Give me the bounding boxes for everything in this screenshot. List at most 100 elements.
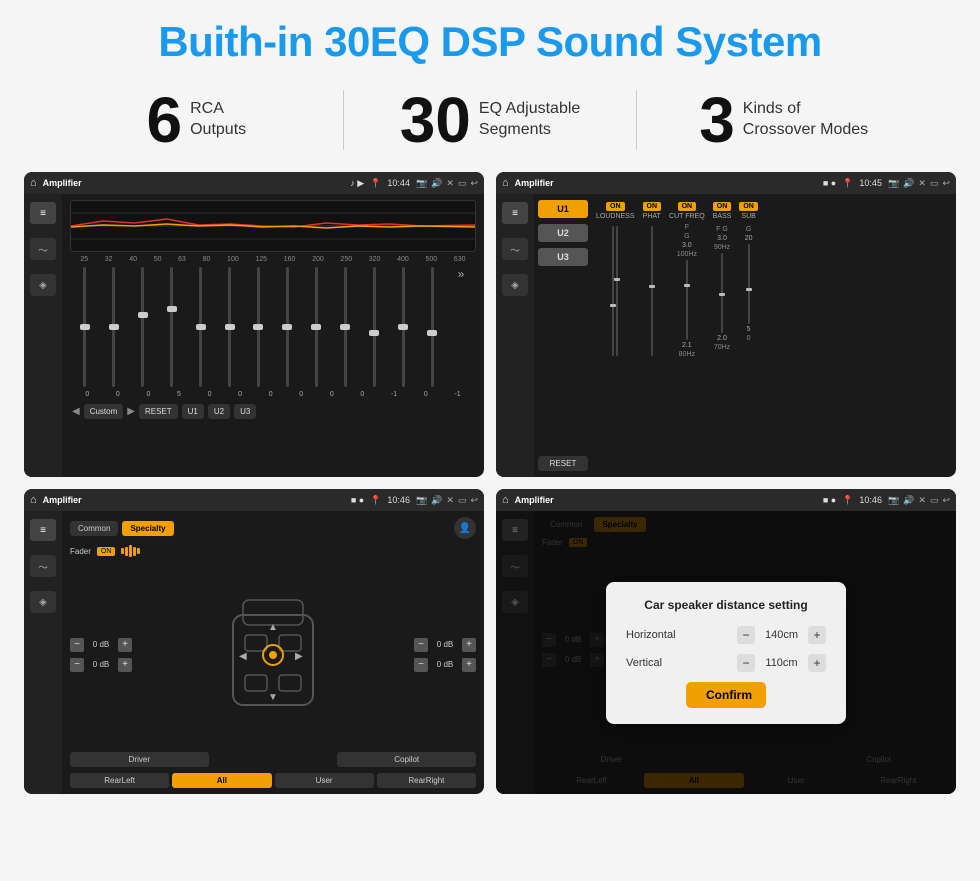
eq-slider-10[interactable] [332, 267, 358, 387]
eq-values: 0 0 0 5 0 0 0 0 0 0 -1 0 -1 [70, 391, 476, 398]
eq-slider-6[interactable] [217, 267, 243, 387]
back-icon-4[interactable]: ↩ [942, 495, 950, 506]
vertical-minus[interactable]: − [737, 654, 755, 672]
eq-icon-2[interactable]: ≡ [502, 202, 528, 224]
u2-btn[interactable]: U2 [208, 404, 230, 419]
location-icon-3: 📍 [370, 495, 381, 506]
camera-icon-4: 📷 [888, 495, 899, 506]
fader-on-badge[interactable]: ON [97, 547, 116, 556]
rr-plus[interactable]: + [462, 658, 476, 672]
wave-icon[interactable]: 〜 [30, 238, 56, 260]
horizontal-plus[interactable]: + [808, 626, 826, 644]
u1-btn[interactable]: U1 [182, 404, 204, 419]
speaker-icon[interactable]: ◈ [30, 274, 56, 296]
bass-on[interactable]: ON [713, 202, 732, 211]
eq-slider-13[interactable] [419, 267, 445, 387]
amp-controls: ON LOUDNESS [596, 198, 952, 473]
rr-db: 0 dB [431, 660, 459, 669]
horizontal-control: − 140cm + [737, 626, 826, 644]
eq-slider-3[interactable] [130, 267, 156, 387]
home-icon[interactable]: ⌂ [30, 177, 37, 189]
screen4-time: 10:46 [859, 495, 882, 505]
cutfreq-on[interactable]: ON [678, 202, 697, 211]
screen-amp: ⌂ Amplifier ■ ● 📍 10:45 📷 🔊 ✕ ▭ ↩ ≡ 〜 ◈ [496, 172, 956, 477]
fr-plus[interactable]: + [462, 638, 476, 652]
prev-arrow[interactable]: ◀ [72, 406, 80, 417]
u2-preset[interactable]: U2 [538, 224, 588, 242]
stat-crossover-text: Kinds ofCrossover Modes [743, 99, 868, 141]
screen2-time: 10:45 [859, 178, 882, 188]
record-icon: ■ ● [823, 178, 836, 188]
vertical-plus[interactable]: + [808, 654, 826, 672]
fl-plus[interactable]: + [118, 638, 132, 652]
rl-minus[interactable]: − [70, 658, 84, 672]
back-icon-3[interactable]: ↩ [470, 495, 478, 506]
vertical-label: Vertical [626, 657, 696, 669]
rl-plus[interactable]: + [118, 658, 132, 672]
custom-btn[interactable]: Custom [84, 404, 124, 419]
fl-db-row: − 0 dB + [70, 638, 132, 652]
fader-label: Fader [70, 547, 91, 556]
stat-eq: 30 EQ AdjustableSegments [354, 88, 627, 152]
left-controls: − 0 dB + − 0 dB + [70, 563, 132, 746]
fl-minus[interactable]: − [70, 638, 84, 652]
eq-slider-8[interactable] [274, 267, 300, 387]
common-tab[interactable]: Common [70, 521, 118, 536]
next-arrow[interactable]: ▶ [127, 406, 135, 417]
sub-control: ON SUB G 20 5 0 [739, 202, 758, 342]
horizontal-minus[interactable]: − [737, 626, 755, 644]
speaker-icon-2[interactable]: ◈ [502, 274, 528, 296]
eq-slider-1[interactable] [72, 267, 98, 387]
speaker-icon-3[interactable]: ◈ [30, 591, 56, 613]
rearright-btn[interactable]: RearRight [377, 773, 476, 788]
screen1-topbar: ⌂ Amplifier ♪ ▶ 📍 10:44 📷 🔊 ✕ ▭ ↩ [24, 172, 484, 194]
home-icon-4[interactable]: ⌂ [502, 494, 509, 506]
eq-slider-9[interactable] [303, 267, 329, 387]
all-btn[interactable]: All [172, 773, 271, 788]
eq-slider-11[interactable] [361, 267, 387, 387]
rearleft-btn[interactable]: RearLeft [70, 773, 169, 788]
phat-on[interactable]: ON [643, 202, 662, 211]
window-icon: ▭ [458, 178, 467, 189]
driver-btn[interactable]: Driver [70, 752, 209, 767]
reset-btn[interactable]: RESET [139, 404, 178, 419]
fader-bars [121, 545, 140, 557]
eq-icon[interactable]: ≡ [30, 202, 56, 224]
user-btn[interactable]: User [275, 773, 374, 788]
back-icon[interactable]: ↩ [470, 178, 478, 189]
fl-db: 0 dB [87, 640, 115, 649]
specialty-tab[interactable]: Specialty [122, 521, 173, 536]
bottom-row-2: RearLeft All User RearRight [70, 773, 476, 788]
phat-label: PHAT [643, 213, 661, 220]
wave-icon-2[interactable]: 〜 [502, 238, 528, 260]
reset-btn-2[interactable]: RESET [538, 456, 588, 471]
page-container: Buith-in 30EQ DSP Sound System 6 RCAOutp… [0, 0, 980, 804]
loudness-on[interactable]: ON [606, 202, 625, 211]
home-icon-2[interactable]: ⌂ [502, 177, 509, 189]
eq-slider-2[interactable] [101, 267, 127, 387]
home-icon-3[interactable]: ⌂ [30, 494, 37, 506]
u3-preset[interactable]: U3 [538, 248, 588, 266]
fr-minus[interactable]: − [414, 638, 428, 652]
screen4-icons: 📷 🔊 ✕ ▭ ↩ [888, 495, 950, 506]
u1-preset[interactable]: U1 [538, 200, 588, 218]
copilot-btn[interactable]: Copilot [337, 752, 476, 767]
screen2-icons: 📷 🔊 ✕ ▭ ↩ [888, 178, 950, 189]
eq-slider-7[interactable] [246, 267, 272, 387]
confirm-button[interactable]: Confirm [686, 682, 766, 708]
speaker-distance-dialog: Car speaker distance setting Horizontal … [606, 582, 846, 724]
eq-slider-5[interactable] [188, 267, 214, 387]
eq-icon-3[interactable]: ≡ [30, 519, 56, 541]
sub-on[interactable]: ON [739, 202, 758, 211]
eq-slider-12[interactable] [390, 267, 416, 387]
u3-btn[interactable]: U3 [234, 404, 256, 419]
person-icon: 👤 [454, 517, 476, 539]
location-icon: 📍 [370, 178, 381, 189]
eq-slider-4[interactable] [159, 267, 185, 387]
wave-icon-3[interactable]: 〜 [30, 555, 56, 577]
back-icon-2[interactable]: ↩ [942, 178, 950, 189]
screen1-content: ≡ 〜 ◈ [24, 194, 484, 477]
rr-minus[interactable]: − [414, 658, 428, 672]
window-icon-2: ▭ [930, 178, 939, 189]
amp-main: ON LOUDNESS [592, 194, 956, 477]
